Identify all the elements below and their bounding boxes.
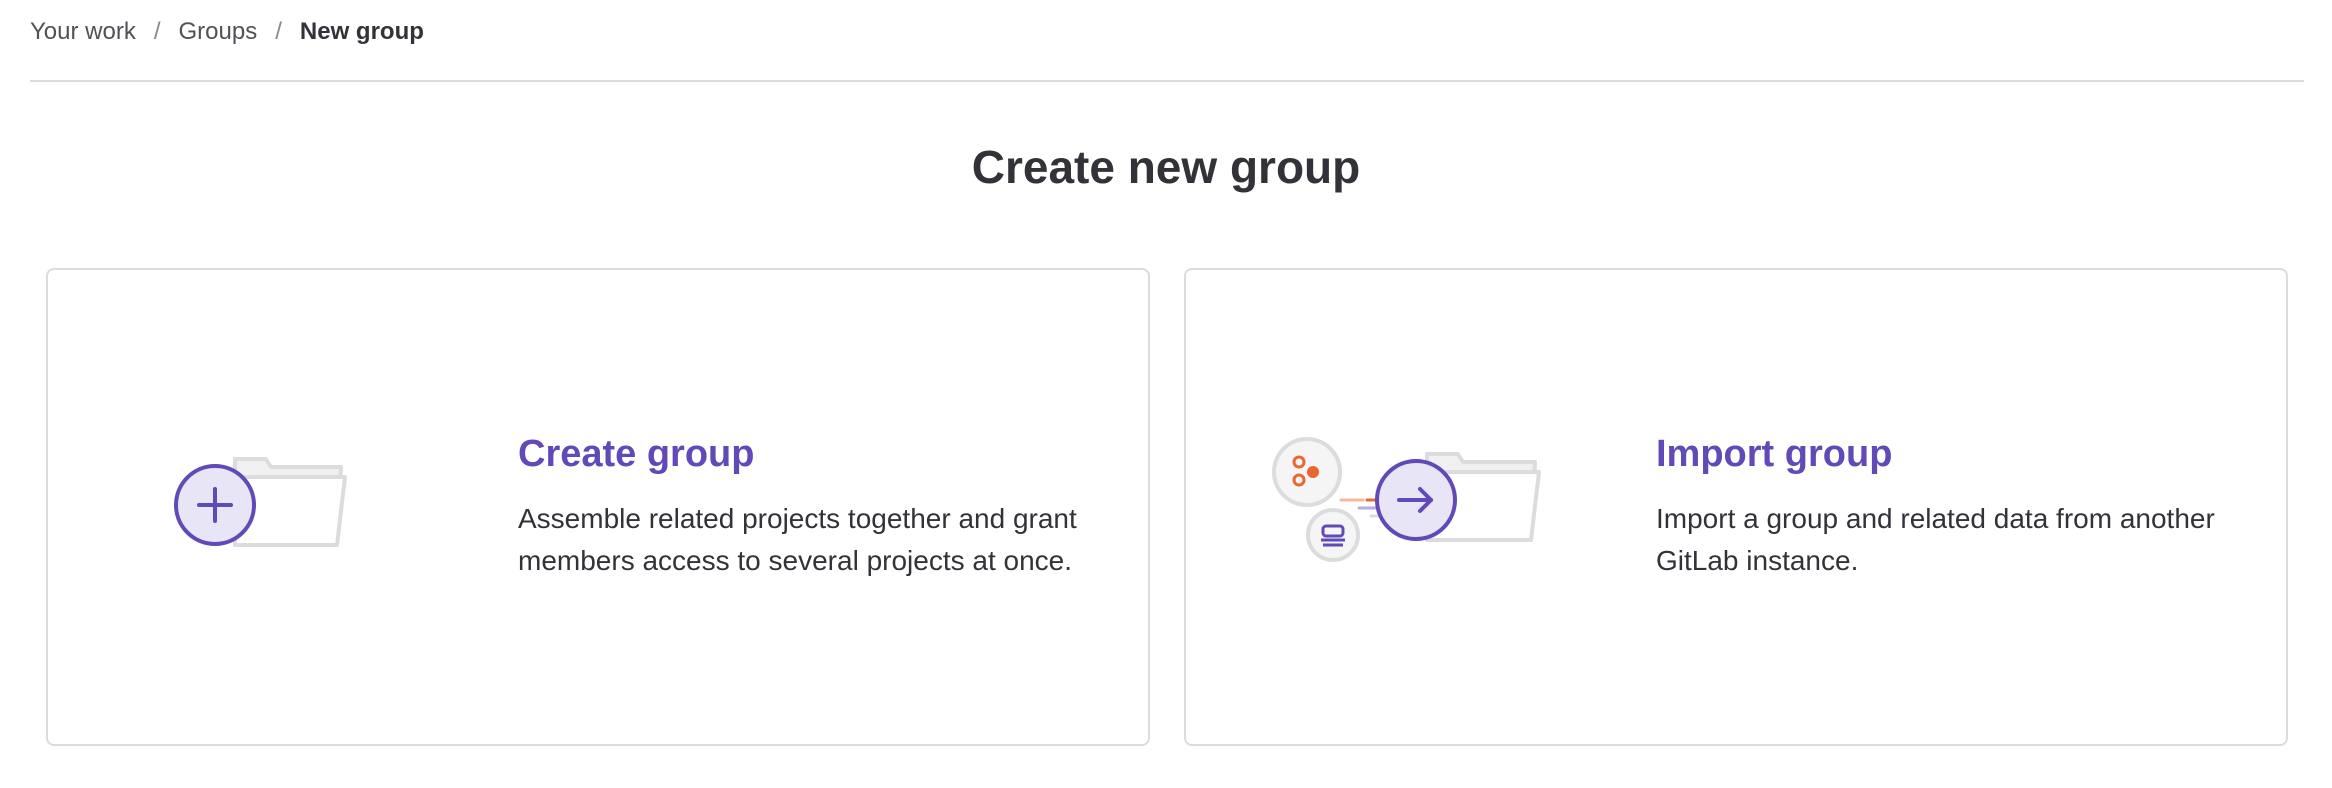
breadcrumb-your-work[interactable]: Your work (30, 18, 136, 46)
import-group-card[interactable]: Import group Import a group and related … (1184, 268, 2288, 746)
import-group-description: Import a group and related data from ano… (1656, 502, 2215, 576)
breadcrumb-separator: / (275, 18, 282, 45)
breadcrumb-separator: / (153, 18, 161, 45)
create-group-description: Assemble related projects together and g… (518, 502, 1077, 576)
breadcrumb: Your work / Groups / New group (30, 0, 2304, 82)
page-title: Create new group (971, 141, 1361, 193)
create-group-card[interactable]: Create group Assemble related projects t… (46, 268, 1150, 746)
folder-import-icon (1186, 407, 1656, 607)
breadcrumb-groups[interactable]: Groups (179, 18, 258, 46)
create-group-title[interactable]: Create group (518, 433, 1118, 476)
breadcrumb-current: New group (299, 18, 424, 45)
import-group-title[interactable]: Import group (1656, 433, 2256, 476)
folder-plus-icon (48, 407, 518, 607)
